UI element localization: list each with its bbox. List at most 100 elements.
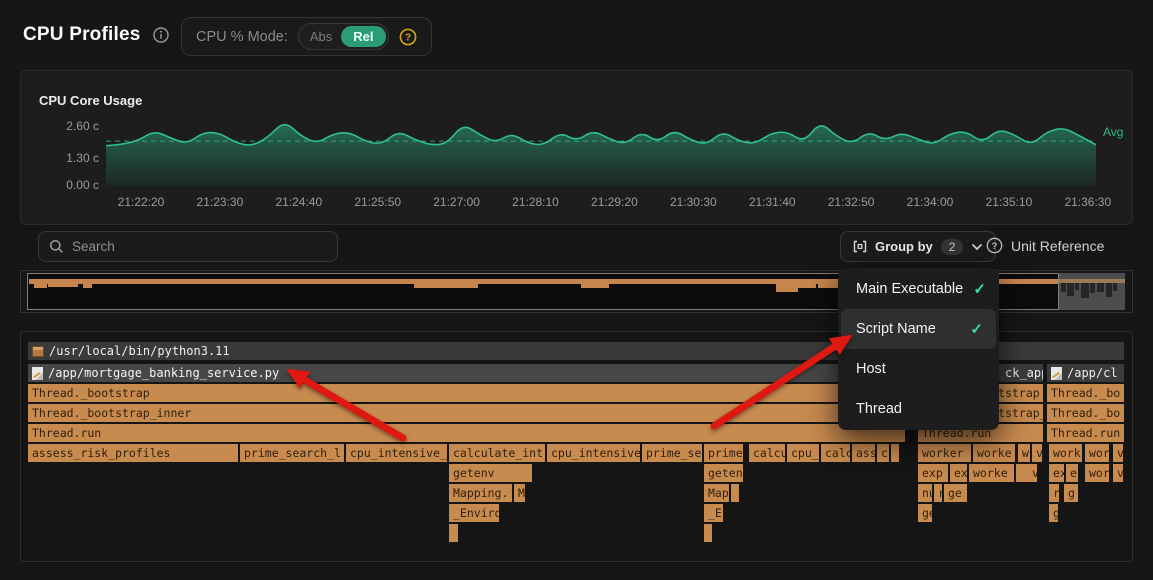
flame-bar[interactable]: _E	[704, 504, 723, 522]
flame-bar[interactable]: getenv	[449, 464, 532, 482]
flame-bar[interactable]: cpu_intensive	[547, 444, 640, 462]
search-input-box[interactable]	[38, 231, 338, 262]
search-input[interactable]	[72, 239, 302, 254]
flame-bar[interactable]: ge	[944, 484, 967, 502]
mode-help-icon[interactable]: ?	[399, 28, 417, 46]
menu-item-host[interactable]: Host	[838, 349, 999, 389]
flame-bar[interactable]: w	[1018, 444, 1030, 462]
info-icon[interactable]	[153, 27, 169, 43]
minimap-bar	[414, 284, 478, 288]
menu-item-main-executable[interactable]: Main Executable✓	[838, 269, 999, 309]
flame-bar[interactable]: Thread._bo	[1047, 404, 1124, 422]
x-tick-label: 21:27:00	[433, 195, 480, 209]
flame-bar[interactable]: /app/mortgage_banking_service.py	[28, 364, 905, 382]
flame-bar[interactable]: wor	[1085, 444, 1109, 462]
flame-bar-label: wor	[1089, 446, 1109, 460]
page-title: CPU Profiles	[23, 24, 141, 46]
flame-bar[interactable]: worke	[973, 444, 1015, 462]
flame-bar[interactable]: calcu	[749, 444, 785, 462]
flame-bar[interactable]: assess_risk_profiles	[28, 444, 238, 462]
minimap-bar	[1106, 283, 1112, 297]
group-by-icon	[853, 240, 867, 253]
flame-bar[interactable]: ex	[1049, 464, 1064, 482]
flame-bar-label: nu	[922, 486, 932, 500]
flame-bar[interactable]: exp	[918, 464, 948, 482]
minimap-bar	[48, 284, 78, 287]
group-by-button[interactable]: Group by 2	[840, 231, 996, 262]
x-tick-label: 21:29:20	[591, 195, 638, 209]
flame-bar[interactable]: c	[877, 444, 889, 462]
flame-bar[interactable]	[891, 444, 899, 462]
flame-bar[interactable]: ex	[950, 464, 967, 482]
minimap-bar	[1097, 283, 1104, 292]
menu-item-script-name[interactable]: Script Name✓	[841, 309, 996, 349]
flame-bar[interactable]	[449, 524, 458, 542]
x-tick-label: 21:22:20	[118, 195, 165, 209]
flame-bar-label: r	[1053, 486, 1059, 500]
flame-bar[interactable]: Thread._bootstrap_inner	[28, 404, 905, 422]
minimap-bar	[776, 288, 798, 292]
flame-bar[interactable]: r	[934, 484, 942, 502]
flame-bar[interactable]: e	[1066, 464, 1078, 482]
x-tick-label: 21:32:50	[828, 195, 875, 209]
mode-abs-option[interactable]: Abs	[301, 27, 341, 46]
flame-bar[interactable]: M	[514, 484, 525, 502]
flame-bar-label: r	[938, 486, 942, 500]
menu-item-label: Main Executable	[856, 281, 963, 297]
flame-bar-label: /app/mortgage_banking_service.py	[48, 366, 279, 380]
flame-bar[interactable]: cpu_intensive_	[346, 444, 447, 462]
flame-bar[interactable]: prime	[704, 444, 743, 462]
flame-bar[interactable]: geten	[704, 464, 743, 482]
cpu-usage-area-chart[interactable]	[106, 111, 1096, 187]
flame-bar[interactable]: calculate_int	[449, 444, 545, 462]
flame-bar[interactable]: prime_se	[642, 444, 702, 462]
chart-title: CPU Core Usage	[39, 93, 142, 108]
unit-reference-link[interactable]: ? Unit Reference	[986, 237, 1104, 254]
flame-bar[interactable]: Mapping.	[449, 484, 512, 502]
flame-bar[interactable]	[731, 484, 739, 502]
script-icon	[1051, 367, 1062, 380]
flame-bar[interactable]: v	[1028, 464, 1037, 482]
flame-bar[interactable]	[704, 524, 712, 542]
flame-bar-label: v	[1036, 446, 1042, 460]
flame-bar[interactable]: nu	[918, 484, 932, 502]
flame-bar-label: cpu_intensive	[551, 446, 640, 460]
flame-bar[interactable]: worker	[918, 444, 971, 462]
mode-rel-option[interactable]: Rel	[341, 26, 385, 47]
flame-bar[interactable]: Thread.run	[28, 424, 905, 442]
flame-bar[interactable]: prime_search_l	[240, 444, 344, 462]
flame-bar[interactable]: g	[1049, 504, 1058, 522]
flame-bar[interactable]: _Enviro	[449, 504, 499, 522]
flame-bar[interactable]: v	[1113, 464, 1123, 482]
flame-bar[interactable]: calc	[821, 444, 850, 462]
flame-bar-label: work	[1053, 446, 1081, 460]
flame-bar[interactable]: ge	[918, 504, 932, 522]
flame-bar[interactable]: worke	[969, 464, 1014, 482]
flame-bar-label: getenv	[453, 466, 495, 480]
flame-bar[interactable]: Thread._bo	[1047, 384, 1124, 402]
flame-bar[interactable]: /app/cl	[1047, 364, 1124, 382]
flame-bar[interactable]: cpu_	[787, 444, 819, 462]
flame-bar[interactable]: v	[1032, 444, 1042, 462]
flame-bar-label: v	[1032, 466, 1037, 480]
cpu-mode-box: CPU % Mode: Abs Rel ?	[181, 17, 432, 56]
flame-bar[interactable]: work	[1049, 444, 1082, 462]
menu-item-thread[interactable]: Thread	[838, 389, 999, 429]
flame-bar-label: wor	[1089, 466, 1109, 480]
help-icon: ?	[986, 237, 1003, 254]
flame-bar[interactable]: r	[1049, 484, 1059, 502]
menu-item-label: Host	[856, 361, 886, 377]
search-icon	[49, 239, 64, 254]
flame-bar[interactable]: v	[1113, 444, 1123, 462]
cpu-mode-toggle[interactable]: Abs Rel	[298, 23, 389, 50]
menu-item-label: Thread	[856, 401, 902, 417]
flame-bar[interactable]: wor	[1085, 464, 1109, 482]
flame-bar[interactable]: Thread._bootstrap	[28, 384, 905, 402]
flame-bar[interactable]: Map	[704, 484, 729, 502]
group-by-count-badge: 2	[941, 239, 964, 255]
flame-bar[interactable]: g	[1064, 484, 1078, 502]
flame-bar-label: e	[1070, 466, 1077, 480]
minimap-bar	[1067, 283, 1074, 296]
flame-bar[interactable]: ass	[852, 444, 875, 462]
flame-bar[interactable]: Thread.run	[1047, 424, 1124, 442]
